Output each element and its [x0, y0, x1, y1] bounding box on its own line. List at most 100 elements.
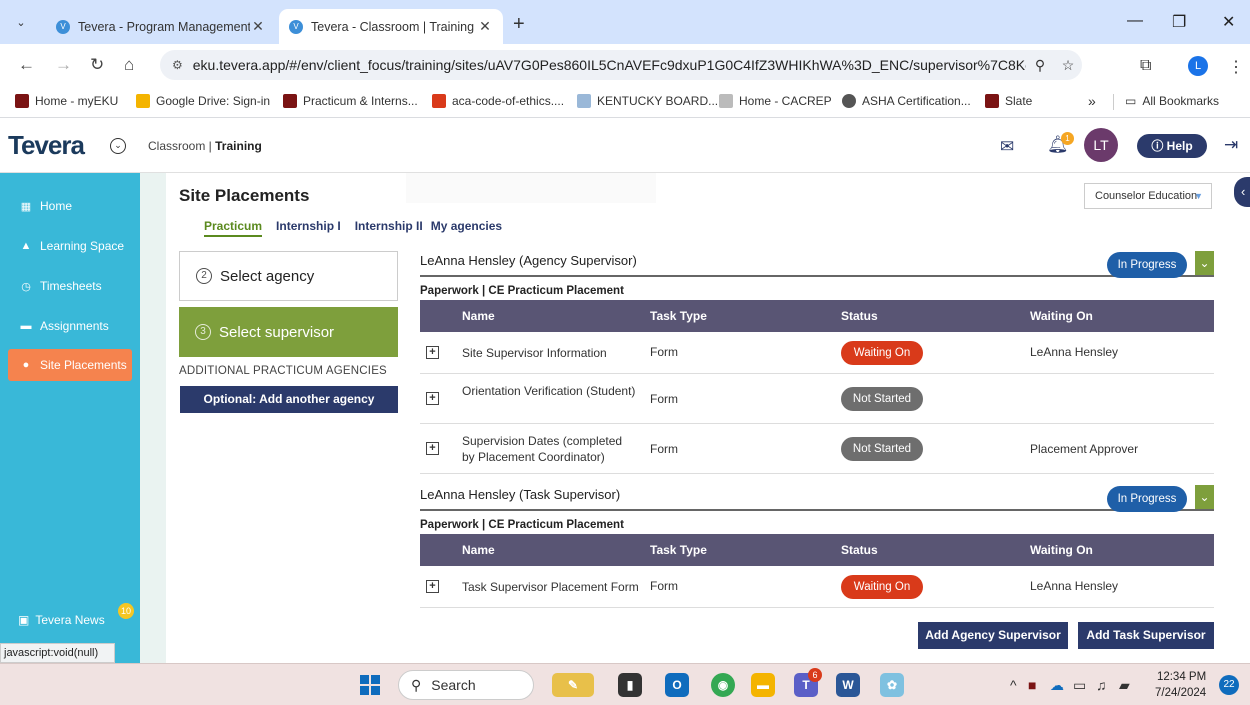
- expand-plus-icon[interactable]: +: [426, 442, 439, 455]
- bookmark-asha[interactable]: ASHA Certification...: [842, 94, 971, 108]
- bookmark-aca-code[interactable]: aca-code-of-ethics....: [432, 94, 564, 108]
- chevron-down-icon: ▼: [1194, 191, 1203, 201]
- expand-plus-icon[interactable]: +: [426, 392, 439, 405]
- sidebar-item-learning-space[interactable]: ▲ Learning Space: [8, 230, 132, 262]
- word-icon[interactable]: W: [836, 673, 860, 697]
- placement-tabs: Practicum Internship I Internship II My …: [204, 219, 516, 237]
- task-name[interactable]: Supervision Dates (completed by Placemen…: [462, 433, 637, 465]
- browser-tab-classroom-training[interactable]: V Tevera - Classroom | Training - ✕: [279, 9, 503, 44]
- task-name[interactable]: Orientation Verification (Student): [462, 383, 642, 399]
- tab-search-dropdown-icon[interactable]: ⌄: [10, 12, 32, 34]
- column-waiting-on: Waiting On: [1030, 309, 1093, 323]
- bookmark-slate[interactable]: Slate: [985, 94, 1032, 108]
- add-task-supervisor-button[interactable]: Add Task Supervisor: [1078, 622, 1214, 649]
- task-name[interactable]: Site Supervisor Information: [462, 345, 642, 361]
- back-icon[interactable]: ←: [18, 55, 35, 75]
- browser-tab-program-management[interactable]: V Tevera - Program Management ✕: [46, 9, 276, 44]
- add-agency-supervisor-button[interactable]: Add Agency Supervisor: [918, 622, 1068, 649]
- eku-tray-icon[interactable]: ■: [1028, 677, 1036, 693]
- sidebar-item-site-placements[interactable]: ● Site Placements: [8, 349, 132, 381]
- table-row: + Supervision Dates (completed by Placem…: [420, 424, 1214, 474]
- sidebar-item-label: Timesheets: [40, 279, 102, 293]
- more-bookmarks-icon[interactable]: »: [1088, 93, 1096, 109]
- close-tab-icon[interactable]: ✕: [477, 18, 493, 35]
- zoom-icon[interactable]: ⚲: [1026, 57, 1054, 74]
- table-header: Name Task Type Status Waiting On: [420, 300, 1214, 332]
- add-another-agency-button[interactable]: Optional: Add another agency: [180, 386, 398, 413]
- chevron-up-icon[interactable]: ^: [1010, 677, 1017, 693]
- widgets-icon[interactable]: ✎: [552, 673, 594, 697]
- address-bar[interactable]: ⚙ eku.tevera.app/#/env/client_focus/trai…: [160, 50, 1082, 80]
- outlook-icon[interactable]: O: [665, 673, 689, 697]
- restore-icon[interactable]: ❐: [1172, 12, 1186, 32]
- taskbar-search[interactable]: ⚲ Search: [398, 670, 534, 700]
- network-icon[interactable]: ▭: [1073, 677, 1086, 694]
- home-icon[interactable]: ⌂: [124, 55, 134, 75]
- windows-start-icon[interactable]: [360, 675, 380, 695]
- tab-internship-2[interactable]: Internship II: [355, 219, 423, 237]
- step-select-agency[interactable]: 2 Select agency: [179, 251, 398, 301]
- onedrive-icon[interactable]: ☁: [1050, 677, 1064, 694]
- mail-icon[interactable]: ✉: [1000, 137, 1014, 157]
- battery-icon[interactable]: ▰: [1119, 677, 1130, 694]
- sidebar-item-timesheets[interactable]: ◷ Timesheets: [8, 270, 132, 302]
- column-status: Status: [841, 309, 878, 323]
- bookmark-star-icon[interactable]: ☆: [1054, 57, 1082, 74]
- bookmark-cacrep[interactable]: Home - CACREP: [719, 94, 832, 108]
- all-bookmarks-button[interactable]: ▭ All Bookmarks: [1125, 94, 1219, 108]
- tab-internship-1[interactable]: Internship I: [276, 219, 341, 237]
- forward-icon[interactable]: →: [55, 55, 72, 75]
- bookmark-practicum-interns[interactable]: Practicum & Interns...: [283, 94, 418, 108]
- chevron-down-icon[interactable]: ⌄: [110, 138, 126, 154]
- close-window-icon[interactable]: ✕: [1222, 12, 1235, 32]
- department-select[interactable]: Counselor Education ▼: [1084, 183, 1212, 209]
- site-settings-icon[interactable]: ⚙: [172, 58, 183, 72]
- close-tab-icon[interactable]: ✕: [250, 18, 266, 35]
- user-avatar[interactable]: LT: [1084, 128, 1118, 162]
- waiting-on: LeAnna Hensley: [1030, 345, 1119, 359]
- new-tab-icon[interactable]: +: [513, 13, 525, 36]
- chrome-icon[interactable]: ◉: [711, 673, 735, 697]
- minimize-icon[interactable]: —: [1127, 12, 1143, 30]
- paint-icon[interactable]: ✿: [880, 673, 904, 697]
- clock[interactable]: 12:34 PM 7/24/2024: [1155, 669, 1206, 701]
- url-text: eku.tevera.app/#/env/client_focus/traini…: [192, 57, 1026, 73]
- reload-icon[interactable]: ↻: [90, 55, 104, 75]
- extensions-icon[interactable]: ⧉: [1140, 57, 1151, 75]
- tab-my-agencies[interactable]: My agencies: [431, 219, 502, 237]
- breadcrumb: Classroom | Training: [148, 139, 262, 153]
- profile-avatar[interactable]: L: [1188, 56, 1208, 76]
- tab-practicum[interactable]: Practicum: [204, 219, 263, 237]
- step-select-supervisor[interactable]: 3 Select supervisor: [179, 307, 398, 357]
- logout-icon[interactable]: ⇥: [1224, 135, 1238, 155]
- sidebar-item-assignments[interactable]: ▬ Assignments: [8, 310, 132, 342]
- task-type: Form: [650, 392, 678, 406]
- task-name[interactable]: Task Supervisor Placement Form: [462, 579, 642, 595]
- sidebar-item-tevera-news[interactable]: ▣ Tevera News: [8, 606, 132, 634]
- expand-plus-icon[interactable]: +: [426, 580, 439, 593]
- sidebar-item-label: Home: [40, 199, 73, 213]
- news-icon: ▣: [18, 613, 30, 627]
- bookmark-home-myeku[interactable]: Home - myEKU: [15, 94, 118, 108]
- volume-icon[interactable]: ♫: [1096, 677, 1107, 693]
- department-value: Counselor Education: [1095, 190, 1198, 202]
- sidebar-gutter: [140, 173, 166, 663]
- news-count-badge: 10: [118, 603, 134, 619]
- sidebar-item-home[interactable]: ▦ Home: [8, 190, 132, 222]
- task-view-icon[interactable]: ▮: [618, 673, 642, 697]
- file-explorer-icon[interactable]: ▬: [751, 673, 775, 697]
- chevron-down-icon[interactable]: ⌄: [1195, 251, 1214, 275]
- additional-agencies-label: ADDITIONAL PRACTICUM AGENCIES: [179, 365, 387, 377]
- browser-menu-icon[interactable]: ⋮: [1228, 57, 1244, 77]
- expand-plus-icon[interactable]: +: [426, 346, 439, 359]
- paperwork-label: Paperwork | CE Practicum Placement: [420, 519, 624, 531]
- status-badge[interactable]: In Progress: [1107, 252, 1187, 278]
- chevron-down-icon[interactable]: ⌄: [1195, 485, 1214, 509]
- help-button[interactable]: ⓘ Help: [1137, 134, 1207, 158]
- tevera-logo[interactable]: Tevera: [8, 130, 85, 161]
- collapse-panel-button[interactable]: ‹: [1234, 177, 1250, 207]
- notification-center-badge[interactable]: 22: [1219, 675, 1239, 695]
- status-badge[interactable]: In Progress: [1107, 486, 1187, 512]
- bookmark-google-drive[interactable]: Google Drive: Sign-in: [136, 94, 270, 108]
- bookmark-kentucky-board[interactable]: KENTUCKY BOARD...: [577, 94, 718, 108]
